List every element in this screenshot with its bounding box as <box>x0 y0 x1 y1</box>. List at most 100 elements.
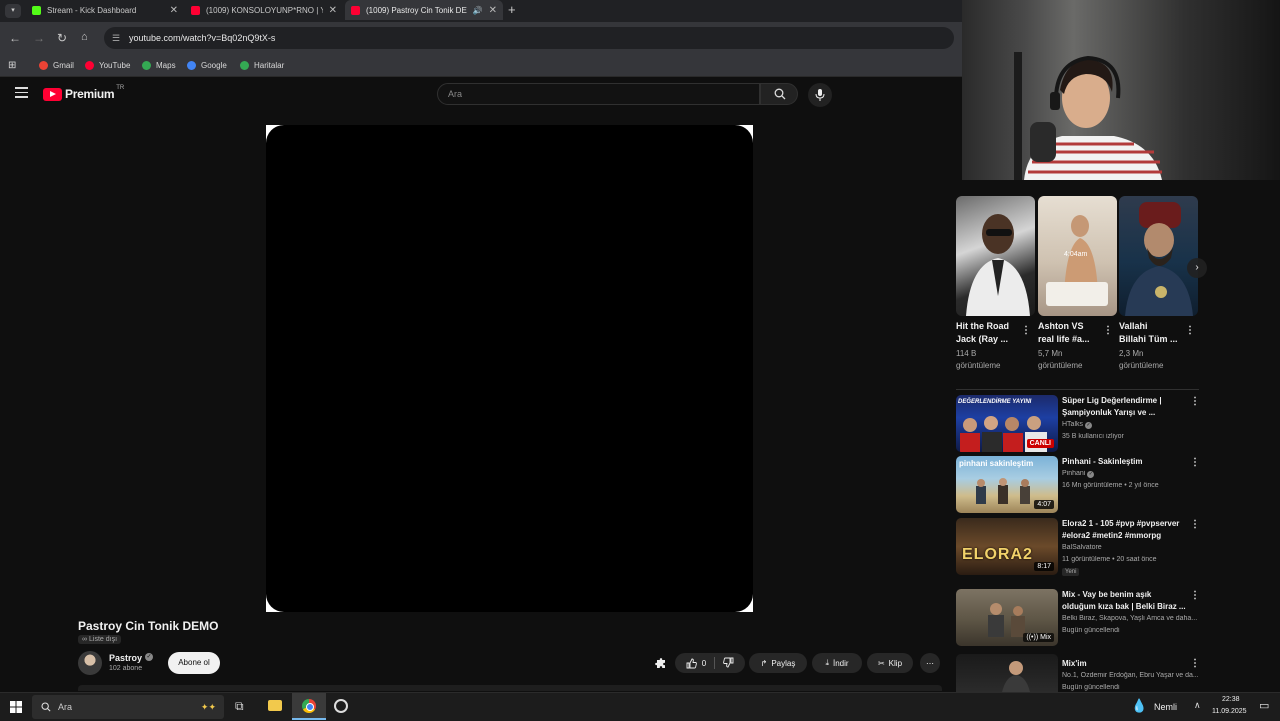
menu-icon[interactable] <box>15 87 28 101</box>
more-vert-icon[interactable]: ⋮ <box>1190 458 1200 468</box>
close-icon[interactable]: ✕ <box>170 5 178 16</box>
close-icon[interactable]: ✕ <box>329 5 337 16</box>
weather-icon: 💧 <box>1131 698 1148 713</box>
like-button[interactable]: 0 <box>686 658 706 669</box>
more-vert-icon[interactable]: ⋮ <box>1190 520 1200 530</box>
mix-thumbnail[interactable]: ((•)) Mix <box>956 589 1058 646</box>
address-text: youtube.com/watch?v=Bq02nQ9tX-s <box>129 33 276 43</box>
short-title[interactable]: Vallahi Billahi Tüm ... <box>1119 320 1189 346</box>
thumbs-down-icon <box>723 657 734 667</box>
dislike-button[interactable] <box>723 657 734 670</box>
speaker-icon[interactable]: 🔊 <box>473 6 483 15</box>
channel-name[interactable]: BalSalvatore <box>1062 544 1198 551</box>
tab-youtube-pastroy[interactable]: (1009) Pastroy Cin Tonik DE 🔊 ✕ <box>345 0 503 20</box>
channel-name[interactable]: Belki Biraz, Skapova, Yaşlı Amca ve daha… <box>1062 615 1198 622</box>
more-vert-icon[interactable]: ⋮ <box>1190 659 1200 669</box>
thumbnail-image <box>1002 661 1030 692</box>
chevron-up-icon[interactable]: ∧ <box>1194 700 1201 711</box>
subscribe-button[interactable]: Abone ol <box>168 652 220 674</box>
chevron-right-icon[interactable]: › <box>1187 258 1207 278</box>
search-input[interactable]: Ara <box>437 83 760 105</box>
forward-icon[interactable]: → <box>33 31 45 45</box>
short-title[interactable]: Hit the Road Jack (Ray ... <box>956 320 1026 346</box>
voice-search-button[interactable] <box>808 83 832 107</box>
back-icon[interactable]: ← <box>9 31 21 45</box>
address-bar[interactable]: ☰ youtube.com/watch?v=Bq02nQ9tX-s <box>104 27 954 49</box>
search-button[interactable] <box>760 83 798 105</box>
youtube-logo[interactable]: Premium TR <box>43 85 124 101</box>
more-vert-icon[interactable]: ⋮ <box>1185 326 1195 336</box>
bookmark-youtube[interactable]: YouTube <box>85 54 130 76</box>
mix-thumbnail[interactable] <box>956 654 1058 692</box>
file-explorer-icon[interactable] <box>268 700 282 711</box>
video-title[interactable]: Mix - Vay be benim aşık olduğum kıza bak … <box>1062 589 1187 613</box>
video-thumbnail[interactable]: DEĞERLENDİRME YAYINI CANLI <box>956 395 1058 452</box>
more-vert-icon[interactable]: ⋮ <box>1103 326 1113 336</box>
clip-button[interactable]: ✂ Klip <box>867 653 913 673</box>
google-icon <box>187 60 196 70</box>
mix-icon: ((•)) <box>1026 634 1039 641</box>
video-duration: 8:17 <box>1034 562 1054 571</box>
channel-name[interactable]: No.1, Özdemir Erdoğan, Ebru Yaşar ve da.… <box>1062 672 1198 679</box>
windows-start-icon[interactable] <box>10 701 22 713</box>
video-title[interactable]: Mix'im <box>1062 658 1187 670</box>
unlisted-label: Liste dışı <box>89 636 118 643</box>
short-views: 2,3 Mn görüntüleme <box>1119 349 1164 370</box>
mic-icon <box>815 89 825 101</box>
close-icon[interactable]: ✕ <box>489 5 497 16</box>
reload-icon[interactable]: ↻ <box>57 31 67 45</box>
new-tab-button[interactable]: + <box>508 2 516 17</box>
tab-search-button[interactable]: ▾ <box>5 4 21 18</box>
download-icon: ⤓ <box>825 658 829 667</box>
video-player[interactable] <box>266 125 753 612</box>
video-title[interactable]: Elora2 1 - 105 #pvp #pvpserver #elora2 #m… <box>1062 518 1187 542</box>
search-icon <box>774 88 786 100</box>
bookmark-maps[interactable]: Maps <box>142 54 176 76</box>
like-count: 0 <box>701 658 707 668</box>
bookmark-gmail[interactable]: Gmail <box>39 54 74 76</box>
clock-time[interactable]: 22:38 <box>1222 696 1240 703</box>
share-button[interactable]: ↱ Paylaş <box>749 653 807 673</box>
new-badge: Yeni <box>1062 568 1080 576</box>
short-thumbnail[interactable] <box>956 196 1035 316</box>
more-actions-button[interactable]: ⋯ <box>920 653 940 673</box>
bookmark-label: Haritalar <box>254 60 285 70</box>
tab-youtube-konsol[interactable]: (1009) KONSOLOYUNP*RNO | Y ✕ <box>185 0 343 20</box>
description-box[interactable] <box>78 685 942 691</box>
taskbar-search-input[interactable]: Ara ✦✦ <box>32 695 224 719</box>
channel-avatar[interactable] <box>78 651 102 675</box>
video-thumbnail[interactable]: pinhani sakinleştim 4:07 <box>956 456 1058 513</box>
weather-label[interactable]: Nemli <box>1154 702 1177 712</box>
more-vert-icon[interactable]: ⋮ <box>1021 326 1031 336</box>
app-icon[interactable] <box>334 699 348 713</box>
download-button[interactable]: ⤓ İndir <box>812 653 862 673</box>
video-meta: 35 B kullanıcı izliyor <box>1062 433 1124 440</box>
divider <box>956 389 1199 390</box>
apps-icon[interactable]: ⊞ <box>8 54 16 76</box>
more-vert-icon[interactable]: ⋮ <box>1190 397 1200 407</box>
notification-icon[interactable]: ▭ <box>1259 699 1269 712</box>
video-title[interactable]: Pinhani - Sakinleştim <box>1062 456 1187 468</box>
more-vert-icon[interactable]: ⋮ <box>1190 591 1200 601</box>
quick-action-button[interactable] <box>651 653 671 673</box>
clock-date[interactable]: 11.09.2025 <box>1212 708 1247 715</box>
short-title[interactable]: Ashton VS real life #a... <box>1038 320 1108 346</box>
task-view-icon[interactable]: ⧉ <box>235 699 244 714</box>
channel-name[interactable]: Pastroy <box>109 653 142 663</box>
tab-title: (1009) KONSOLOYUNP*RNO | Y <box>206 5 323 15</box>
windows-taskbar: Ara ✦✦ ⧉ 💧 Nemli ∧ 22:38 11.09.2025 ▭ <box>0 692 1280 721</box>
channel-name[interactable]: Pinhani ✓ <box>1062 470 1198 478</box>
site-settings-icon[interactable]: ☰ <box>112 27 120 49</box>
tab-kick-dashboard[interactable]: Stream - Kick Dashboard ✕ <box>26 0 184 20</box>
chrome-icon[interactable] <box>292 693 326 720</box>
clip-label: Klip <box>888 658 903 668</box>
bookmark-haritalar[interactable]: Haritalar <box>240 54 284 76</box>
video-thumbnail[interactable]: ELORA2 8:17 <box>956 518 1058 575</box>
tab-title: (1009) Pastroy Cin Tonik DE <box>366 5 467 15</box>
short-thumbnail[interactable]: 4:04am <box>1038 196 1117 316</box>
short-thumbnail[interactable] <box>1119 196 1198 316</box>
bookmark-google[interactable]: Google <box>187 54 227 76</box>
channel-name[interactable]: HTalks ✓ <box>1062 421 1198 429</box>
home-icon[interactable]: ⌂ <box>81 31 88 43</box>
video-title[interactable]: Süper Lig Değerlendirme | Şampiyonluk Yar… <box>1062 395 1187 419</box>
